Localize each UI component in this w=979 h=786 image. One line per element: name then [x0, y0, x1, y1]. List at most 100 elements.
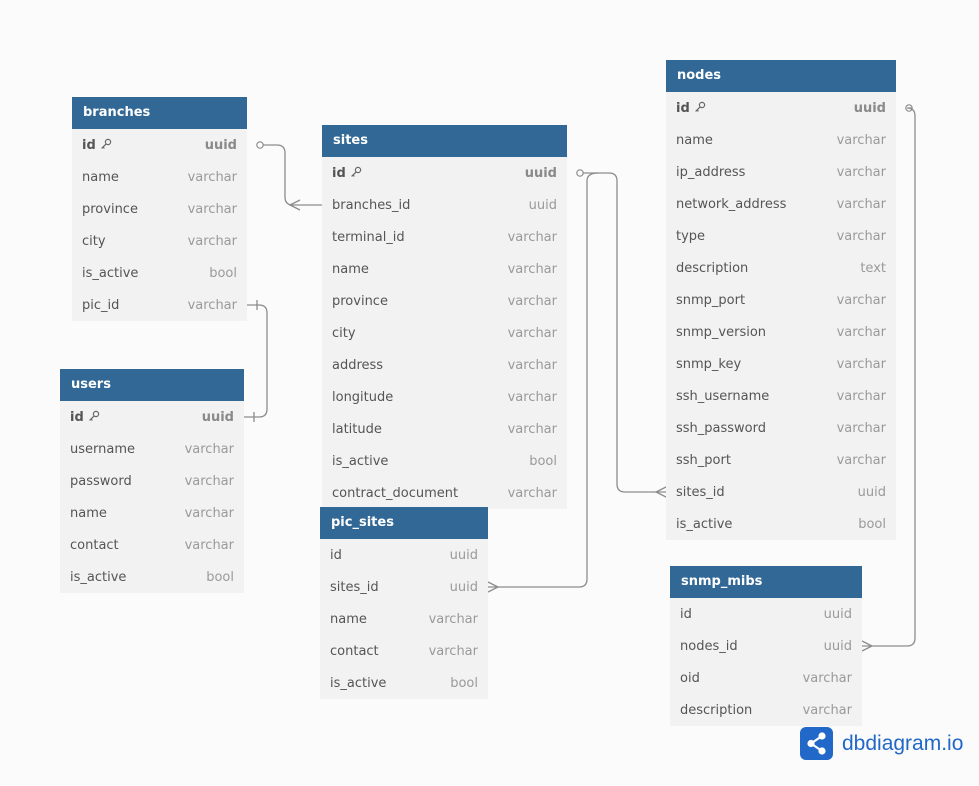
table-sites[interactable]: sites id uuid branches_id uuid terminal_id var…: [322, 125, 567, 509]
field-type: varchar: [184, 505, 234, 521]
field-row[interactable]: city varchar: [322, 317, 567, 349]
field-row[interactable]: longitude varchar: [322, 381, 567, 413]
field-row[interactable]: id uuid: [60, 401, 244, 433]
field-row[interactable]: snmp_port varchar: [666, 284, 896, 316]
field-row[interactable]: province varchar: [322, 285, 567, 317]
field-row[interactable]: nodes_id uuid: [670, 630, 862, 662]
field-row[interactable]: contact varchar: [320, 635, 488, 667]
field-row[interactable]: contract_document varchar: [322, 477, 567, 509]
field-row[interactable]: sites_id uuid: [320, 571, 488, 603]
field-row[interactable]: id uuid: [72, 129, 247, 161]
field-name-text: ssh_password: [676, 420, 767, 436]
one-marker: [576, 169, 584, 177]
field-type: varchar: [507, 293, 557, 309]
field-row[interactable]: name varchar: [666, 124, 896, 156]
field-row[interactable]: snmp_key varchar: [666, 348, 896, 380]
field-row[interactable]: latitude varchar: [322, 413, 567, 445]
table-header[interactable]: pic_sites: [320, 507, 488, 539]
field-row[interactable]: pic_id varchar: [72, 289, 247, 321]
field-name-text: is_active: [330, 675, 387, 691]
field-row[interactable]: id uuid: [666, 92, 896, 124]
field-row[interactable]: name varchar: [320, 603, 488, 635]
field-name-text: is_active: [332, 453, 389, 469]
field-row[interactable]: province varchar: [72, 193, 247, 225]
field-name-text: network_address: [676, 196, 787, 212]
field-name-text: snmp_key: [676, 356, 742, 372]
field-name-text: snmp_version: [676, 324, 767, 340]
field-row[interactable]: oid varchar: [670, 662, 862, 694]
field-name: password: [70, 474, 132, 489]
brand-logo[interactable]: dbdiagram.io: [800, 727, 963, 760]
field-name-text: name: [332, 261, 369, 277]
relationship-line: [263, 144, 322, 206]
diagram-canvas[interactable]: branches id uuid name varchar province varchar…: [0, 0, 979, 786]
table-header[interactable]: branches: [72, 97, 247, 129]
field-row[interactable]: address varchar: [322, 349, 567, 381]
field-row[interactable]: branches_id uuid: [322, 189, 567, 221]
field-type: varchar: [187, 233, 237, 249]
field-row[interactable]: id uuid: [320, 539, 488, 571]
field-name-text: id: [680, 606, 692, 622]
field-name: is_active: [332, 454, 388, 469]
field-type: bool: [209, 265, 237, 281]
table-nodes[interactable]: nodes id uuid name varchar ip_address varchar n…: [666, 60, 896, 540]
table-branches[interactable]: branches id uuid name varchar province varchar…: [72, 97, 247, 321]
field-row[interactable]: password varchar: [60, 465, 244, 497]
field-row[interactable]: description varchar: [670, 694, 862, 726]
field-name: network_address: [676, 197, 786, 212]
field-row[interactable]: description text: [666, 252, 896, 284]
field-row[interactable]: ssh_password varchar: [666, 412, 896, 444]
field-name: type: [676, 229, 705, 244]
table-header[interactable]: snmp_mibs: [670, 566, 862, 598]
field-row[interactable]: is_active bool: [60, 561, 244, 593]
field-row[interactable]: username varchar: [60, 433, 244, 465]
brand-name: dbdiagram.io: [842, 731, 964, 755]
relationship-line: [583, 172, 666, 493]
field-name: id: [332, 166, 362, 181]
field-name-text: address: [332, 357, 384, 373]
field-row[interactable]: is_active bool: [72, 257, 247, 289]
field-type: varchar: [836, 324, 886, 340]
field-name-text: ip_address: [676, 164, 746, 180]
field-row[interactable]: ip_address varchar: [666, 156, 896, 188]
field-row[interactable]: snmp_version varchar: [666, 316, 896, 348]
field-row[interactable]: ssh_username varchar: [666, 380, 896, 412]
field-name: snmp_version: [676, 325, 766, 340]
field-row[interactable]: name varchar: [322, 253, 567, 285]
field-name: id: [70, 410, 100, 425]
table-header[interactable]: nodes: [666, 60, 896, 92]
field-type: text: [860, 260, 886, 276]
field-name-text: name: [82, 169, 119, 185]
field-type: uuid: [204, 137, 237, 153]
field-type: varchar: [184, 441, 234, 457]
field-row[interactable]: type varchar: [666, 220, 896, 252]
field-row[interactable]: city varchar: [72, 225, 247, 257]
field-row[interactable]: is_active bool: [322, 445, 567, 477]
field-row[interactable]: is_active bool: [320, 667, 488, 699]
field-row[interactable]: contact varchar: [60, 529, 244, 561]
field-type: varchar: [836, 452, 886, 468]
table-header[interactable]: sites: [322, 125, 567, 157]
field-row[interactable]: name varchar: [72, 161, 247, 193]
field-row[interactable]: is_active bool: [666, 508, 896, 540]
field-row[interactable]: sites_id uuid: [666, 476, 896, 508]
field-type: bool: [858, 516, 886, 532]
field-name: name: [330, 612, 367, 627]
table-header[interactable]: users: [60, 369, 244, 401]
field-row[interactable]: id uuid: [322, 157, 567, 189]
field-row[interactable]: network_address varchar: [666, 188, 896, 220]
field-row[interactable]: name varchar: [60, 497, 244, 529]
field-row[interactable]: id uuid: [670, 598, 862, 630]
table-pic-sites[interactable]: pic_sites id uuid sites_id uuid name varchar co…: [320, 507, 488, 699]
field-name: latitude: [332, 422, 382, 437]
field-row[interactable]: ssh_port varchar: [666, 444, 896, 476]
table-snmp-mibs[interactable]: snmp_mibs id uuid nodes_id uuid oid varchar des…: [670, 566, 862, 726]
field-name-text: latitude: [332, 421, 382, 437]
field-type: varchar: [836, 388, 886, 404]
field-row[interactable]: terminal_id varchar: [322, 221, 567, 253]
table-users[interactable]: users id uuid username varchar password varcha…: [60, 369, 244, 593]
field-name: name: [82, 170, 119, 185]
field-name: city: [82, 234, 106, 249]
relationship-line: [244, 304, 268, 418]
field-name-text: ssh_port: [676, 452, 731, 468]
